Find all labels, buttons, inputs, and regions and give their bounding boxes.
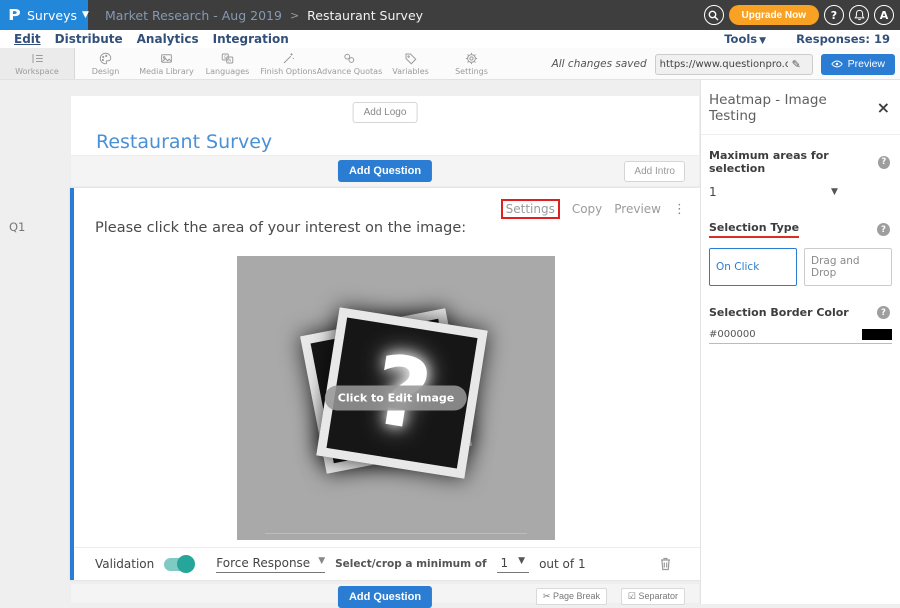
questionpro-survey-editor: P Surveys ▼ Market Research - Aug 2019 >… [0,0,900,604]
question-settings-button[interactable]: Settings [501,199,560,219]
main-nav: Edit Distribute Analytics Integration To… [0,30,900,48]
nav-tab-edit[interactable]: Edit [14,32,41,46]
toolbar-item-variables[interactable]: Variables [380,48,441,79]
editor-toolbar: Workspace Design Media Library SA Langua… [0,48,900,80]
gear-icon [464,51,479,66]
surveys-menu-label: Surveys [27,8,77,23]
color-swatch[interactable] [862,329,892,340]
avatar[interactable]: A [874,5,894,25]
on-click-button[interactable]: On Click [709,248,797,286]
max-areas-select[interactable]: 1 ▼ [701,175,900,199]
image-icon [159,51,174,66]
survey-url-box: ✎ [655,54,813,75]
survey-title[interactable]: Restaurant Survey [96,131,272,153]
survey-header-card: Add Logo Restaurant Survey [70,95,700,156]
max-areas-label: Maximum areas for selection [709,149,878,175]
panel-title: Heatmap - Image Testing [709,92,877,124]
palette-icon [98,51,113,66]
click-to-edit-image-button[interactable]: Click to Edit Image [325,386,467,411]
validation-row: Validation Force Response ▼ Select/crop … [74,547,700,580]
add-logo-button[interactable]: Add Logo [353,102,418,123]
add-intro-button[interactable]: Add Intro [624,161,685,182]
toggle-knob [177,555,195,573]
question-text[interactable]: Please click the area of your interest o… [95,220,466,236]
eye-icon [831,59,843,69]
search-icon[interactable] [704,5,724,25]
out-of-label: out of 1 [539,557,585,571]
close-icon[interactable]: × [877,103,890,113]
topbar-actions: Upgrade Now ? A [704,0,894,30]
bottom-add-strip: Add Question ✂ Page Break ☑ Separator [70,583,700,604]
question-number: Q1 [9,220,25,234]
add-question-button[interactable]: Add Question [338,160,432,182]
responses-count[interactable]: Responses: 19 [796,32,890,46]
workspace-icon [30,51,45,66]
heatmap-settings-panel: Heatmap - Image Testing × Maximum areas … [700,80,900,604]
upgrade-now-button[interactable]: Upgrade Now [729,5,819,25]
save-status: All changes saved [552,58,647,70]
help-icon[interactable]: ? [824,5,844,25]
translate-icon: SA [220,51,235,66]
toolbar-item-workspace[interactable]: Workspace [0,48,75,79]
separator-button[interactable]: ☑ Separator [621,588,685,605]
force-response-dropdown[interactable]: Force Response ▼ [216,556,325,573]
toolbar-item-advance-quotas[interactable]: Advance Quotas [319,48,380,79]
drag-and-drop-button[interactable]: Drag and Drop [804,248,892,286]
tag-icon [403,51,418,66]
chevron-down-icon: ▼ [82,10,89,20]
breadcrumb-separator: > [290,9,299,22]
selection-type-label: Selection Type [709,221,799,238]
validation-toggle[interactable] [164,558,194,571]
min-select-dropdown[interactable]: 1 ▼ [497,556,530,573]
validation-label: Validation [95,557,154,571]
toolbar-item-settings[interactable]: Settings [441,48,502,79]
toolbar-item-media-library[interactable]: Media Library [136,48,197,79]
questionpro-logo-icon: P [8,6,21,24]
surveys-menu[interactable]: P Surveys ▼ [0,0,88,30]
selection-type-buttons: On Click Drag and Drop [701,238,900,286]
top-bar: P Surveys ▼ Market Research - Aug 2019 >… [0,0,900,30]
border-color-label: Selection Border Color [709,306,849,319]
border-color-value: #000000 [709,329,756,340]
min-select-label: Select/crop a minimum of [335,558,486,570]
question-card: Settings Copy Preview ⋮ Please click the… [70,188,700,580]
survey-url-input[interactable] [656,59,792,70]
nav-tab-analytics[interactable]: Analytics [137,32,199,46]
help-icon[interactable]: ? [878,156,890,169]
chevron-down-icon: ▼ [518,556,525,570]
toolbar-item-design[interactable]: Design [75,48,136,79]
delete-question-trash-icon[interactable] [659,556,672,575]
placeholder-baseline [265,533,527,534]
breadcrumb: Market Research - Aug 2019 > Restaurant … [105,8,423,23]
chevron-down-icon: ▼ [318,556,325,570]
question-actions: Settings Copy Preview ⋮ [501,199,686,219]
toolbar-item-languages[interactable]: SA Languages [197,48,258,79]
help-icon[interactable]: ? [877,306,890,319]
notifications-bell-icon[interactable] [849,5,869,25]
heatmap-image-placeholder[interactable]: ? Click to Edit Image [237,256,555,540]
nav-tab-distribute[interactable]: Distribute [55,32,123,46]
toolbar-item-finish-options[interactable]: Finish Options [258,48,319,79]
question-copy-button[interactable]: Copy [572,202,602,216]
edit-pencil-icon[interactable]: ✎ [792,58,805,71]
breadcrumb-current: Restaurant Survey [307,8,423,23]
add-question-strip: Add Question Add Intro [70,156,700,187]
question-preview-button[interactable]: Preview [614,202,661,216]
kebab-menu-icon[interactable]: ⋮ [673,202,686,217]
breadcrumb-parent[interactable]: Market Research - Aug 2019 [105,8,282,23]
preview-button[interactable]: Preview [821,54,895,75]
chain-links-icon [342,51,357,66]
add-question-button-bottom[interactable]: Add Question [338,586,432,608]
border-color-input[interactable]: #000000 [709,329,892,344]
page-break-button[interactable]: ✂ Page Break [536,588,607,605]
tools-dropdown[interactable]: Tools ▼ [724,32,766,46]
chevron-down-icon: ▼ [831,187,838,197]
help-icon[interactable]: ? [877,223,890,236]
svg-text:S: S [224,55,227,61]
nav-tab-integration[interactable]: Integration [213,32,289,46]
chevron-down-icon: ▼ [759,36,766,46]
magic-wand-icon [281,51,296,66]
